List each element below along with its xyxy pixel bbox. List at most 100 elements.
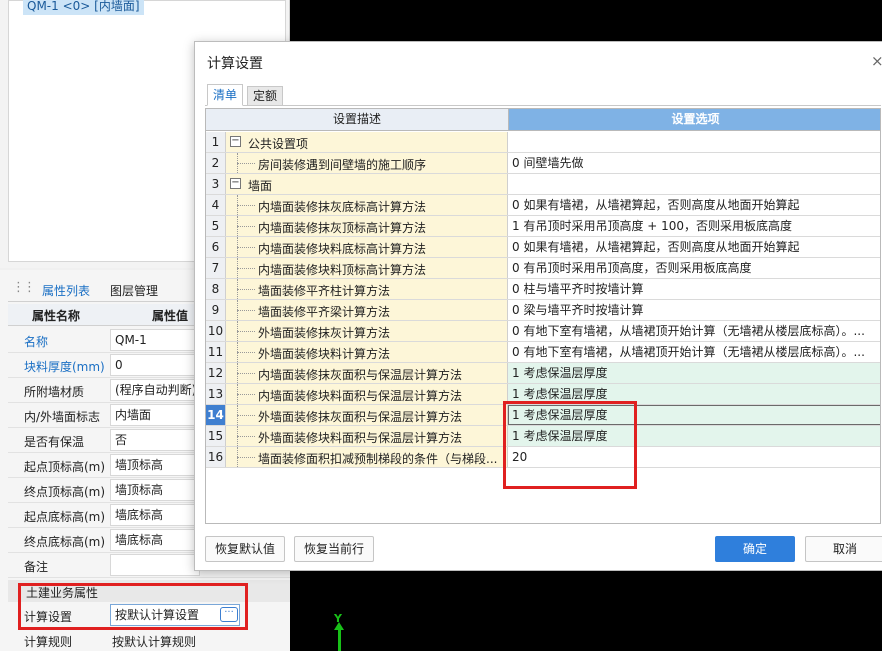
property-name: 终点底标高(m) [24, 535, 106, 549]
restore-row-button[interactable]: 恢复当前行 [294, 536, 375, 562]
row-number[interactable]: 3 [206, 174, 226, 194]
setting-option-cell[interactable]: 0 如果有墙裙，从墙裙算起，否则高度从地面开始算起 [508, 237, 880, 257]
dialog-title: 计算设置 [207, 56, 263, 72]
property-value-field[interactable]: 墙顶标高 [110, 479, 200, 501]
description-cell: 墙面装修面积扣减预制梯段的条件（与梯段... [226, 447, 508, 467]
setting-option-cell[interactable]: 0 柱与墙平齐时按墙计算 [508, 279, 880, 299]
tree-connector [237, 268, 255, 269]
setting-description: 墙面装修平齐梁计算方法 [258, 305, 391, 319]
highlight-annotation-box [18, 583, 248, 630]
description-cell: 内墙面装修块料顶标高计算方法 [226, 258, 508, 278]
dialog-tabbar: 清单 定额 [205, 84, 881, 106]
setting-option-cell[interactable] [508, 132, 880, 152]
setting-option-cell[interactable]: 0 如果有墙裙，从墙裙算起，否则高度从地面开始算起 [508, 195, 880, 215]
description-cell: 外墙面装修抹灰面积与保温层计算方法 [226, 405, 508, 425]
header-property-name: 属性名称 [32, 309, 81, 323]
setting-option-cell[interactable]: 1 考虑保温层厚度 [508, 363, 880, 383]
property-value-field[interactable]: 墙顶标高 [110, 454, 200, 476]
table-row[interactable]: 6 内墙面装修块料底标高计算方法 0 如果有墙裙，从墙裙算起，否则高度从地面开始算起 [206, 237, 880, 258]
setting-description: 内墙面装修块料顶标高计算方法 [258, 263, 427, 277]
table-row[interactable]: 7 内墙面装修块料顶标高计算方法 0 有吊顶时采用吊顶高度，否则采用板底高度 [206, 258, 880, 279]
property-value-field[interactable]: 内墙面 [110, 404, 200, 426]
property-name: 所附墙材质 [24, 385, 85, 399]
property-name: 块料厚度(mm) [24, 360, 105, 374]
setting-option-cell[interactable]: 0 间壁墙先做 [508, 153, 880, 173]
property-value-field[interactable]: 墙底标高 [110, 504, 200, 526]
tab-layer-management[interactable]: 图层管理 [110, 280, 158, 302]
setting-description: 房间装修遇到间壁墙的施工顺序 [258, 158, 427, 172]
tree-connector [237, 415, 255, 416]
setting-description: 内墙面装修抹灰面积与保温层计算方法 [258, 368, 463, 382]
setting-description: 外墙面装修抹灰计算方法 [258, 326, 391, 340]
row-number[interactable]: 6 [206, 237, 226, 257]
row-number[interactable]: 11 [206, 342, 226, 362]
tree-connector [237, 394, 255, 395]
description-cell: − 公共设置项 [226, 132, 508, 152]
tab-quota[interactable]: 定额 [247, 86, 284, 106]
row-number[interactable]: 1 [206, 132, 226, 152]
property-value-field[interactable]: 墙底标高 [110, 529, 200, 551]
property-value-field[interactable]: (程序自动判断) [110, 379, 200, 401]
setting-option-cell[interactable]: 0 有地下室有墙裙，从墙裙顶开始计算（无墙裙从楼层底标高）。... [508, 321, 880, 341]
property-name: 起点底标高(m) [24, 510, 106, 524]
restore-default-button[interactable]: 恢复默认值 [205, 536, 286, 562]
table-row[interactable]: 11 外墙面装修块料计算方法 0 有地下室有墙裙，从墙裙顶开始计算（无墙裙从楼层底标… [206, 342, 880, 363]
calc-rule-value[interactable]: 按默认计算规则 [112, 633, 196, 650]
cancel-button[interactable]: 取消 [805, 536, 882, 562]
table-row[interactable]: 5 内墙面装修抹灰顶标高计算方法 1 有吊顶时采用吊顶高度 + 100，否则采用板底… [206, 216, 880, 237]
setting-description: 外墙面装修抹灰面积与保温层计算方法 [258, 410, 463, 424]
tree-connector [237, 205, 255, 206]
property-name: 是否有保温 [24, 435, 85, 449]
table-row[interactable]: 4 内墙面装修抹灰底标高计算方法 0 如果有墙裙，从墙裙算起，否则高度从地面开始算起 [206, 195, 880, 216]
setting-option-cell[interactable]: 0 梁与墙平齐时按墙计算 [508, 300, 880, 320]
row-number[interactable]: 13 [206, 384, 226, 404]
property-value-field[interactable]: 否 [110, 429, 200, 451]
row-number[interactable]: 12 [206, 363, 226, 383]
setting-option-cell[interactable]: 0 有地下室有墙裙，从墙裙顶开始计算（无墙裙从楼层底标高）。... [508, 342, 880, 362]
ok-button[interactable]: 确定 [715, 536, 795, 562]
property-value-field[interactable]: 0 [110, 354, 200, 376]
settings-table: 设置描述 设置选项 1− 公共设置项 2 房间装修遇到间壁墙的施工顺序 0 间壁墙先做 3… [205, 108, 881, 524]
tree-connector [237, 436, 255, 437]
drag-grip-icon[interactable]: ⋮⋮ [12, 280, 36, 295]
row-number[interactable]: 4 [206, 195, 226, 215]
setting-description: 内墙面装修抹灰底标高计算方法 [258, 200, 427, 214]
property-name: 名称 [24, 335, 49, 349]
row-number[interactable]: 8 [206, 279, 226, 299]
row-number[interactable]: 10 [206, 321, 226, 341]
row-number[interactable]: 7 [206, 258, 226, 278]
tab-property-list[interactable]: 属性列表 [42, 280, 90, 302]
property-value-field[interactable] [110, 554, 200, 576]
table-row[interactable]: 8 墙面装修平齐柱计算方法 0 柱与墙平齐时按墙计算 [206, 279, 880, 300]
tree-item-selected[interactable]: QM-1 <0> [内墙面] [23, 0, 144, 15]
tree-connector [237, 226, 255, 227]
row-number[interactable]: 16 [206, 447, 226, 467]
description-cell: 内墙面装修块料面积与保温层计算方法 [226, 384, 508, 404]
table-row[interactable]: 1− 公共设置项 [206, 132, 880, 153]
row-number[interactable]: 5 [206, 216, 226, 236]
property-row-calc-rule: 计算规则 按默认计算规则 [8, 629, 290, 651]
row-number[interactable]: 15 [206, 426, 226, 446]
description-cell: 房间装修遇到间壁墙的施工顺序 [226, 153, 508, 173]
setting-option-cell[interactable]: 0 有吊顶时采用吊顶高度，否则采用板底高度 [508, 258, 880, 278]
group-label: 公共设置项 [248, 137, 309, 151]
table-row[interactable]: 12 内墙面装修抹灰面积与保温层计算方法 1 考虑保温层厚度 [206, 363, 880, 384]
tree-connector [237, 163, 255, 164]
tab-bill[interactable]: 清单 [207, 84, 244, 106]
tree-connector [237, 352, 255, 353]
row-number[interactable]: 14 [206, 405, 226, 425]
collapse-icon[interactable]: − [230, 178, 241, 189]
setting-option-cell[interactable]: 1 有吊顶时采用吊顶高度 + 100，否则采用板底高度 [508, 216, 880, 236]
collapse-icon[interactable]: − [230, 136, 241, 147]
setting-description: 内墙面装修抹灰顶标高计算方法 [258, 221, 427, 235]
property-value-field[interactable]: QM-1 [110, 329, 200, 351]
close-icon[interactable]: × [871, 52, 882, 70]
setting-option-cell[interactable] [508, 174, 880, 194]
table-row[interactable]: 9 墙面装修平齐梁计算方法 0 梁与墙平齐时按墙计算 [206, 300, 880, 321]
table-row[interactable]: 3− 墙面 [206, 174, 880, 195]
row-number[interactable]: 9 [206, 300, 226, 320]
row-number[interactable]: 2 [206, 153, 226, 173]
table-row[interactable]: 10 外墙面装修抹灰计算方法 0 有地下室有墙裙，从墙裙顶开始计算（无墙裙从楼层底标… [206, 321, 880, 342]
table-row[interactable]: 2 房间装修遇到间壁墙的施工顺序 0 间壁墙先做 [206, 153, 880, 174]
description-cell: 内墙面装修抹灰底标高计算方法 [226, 195, 508, 215]
